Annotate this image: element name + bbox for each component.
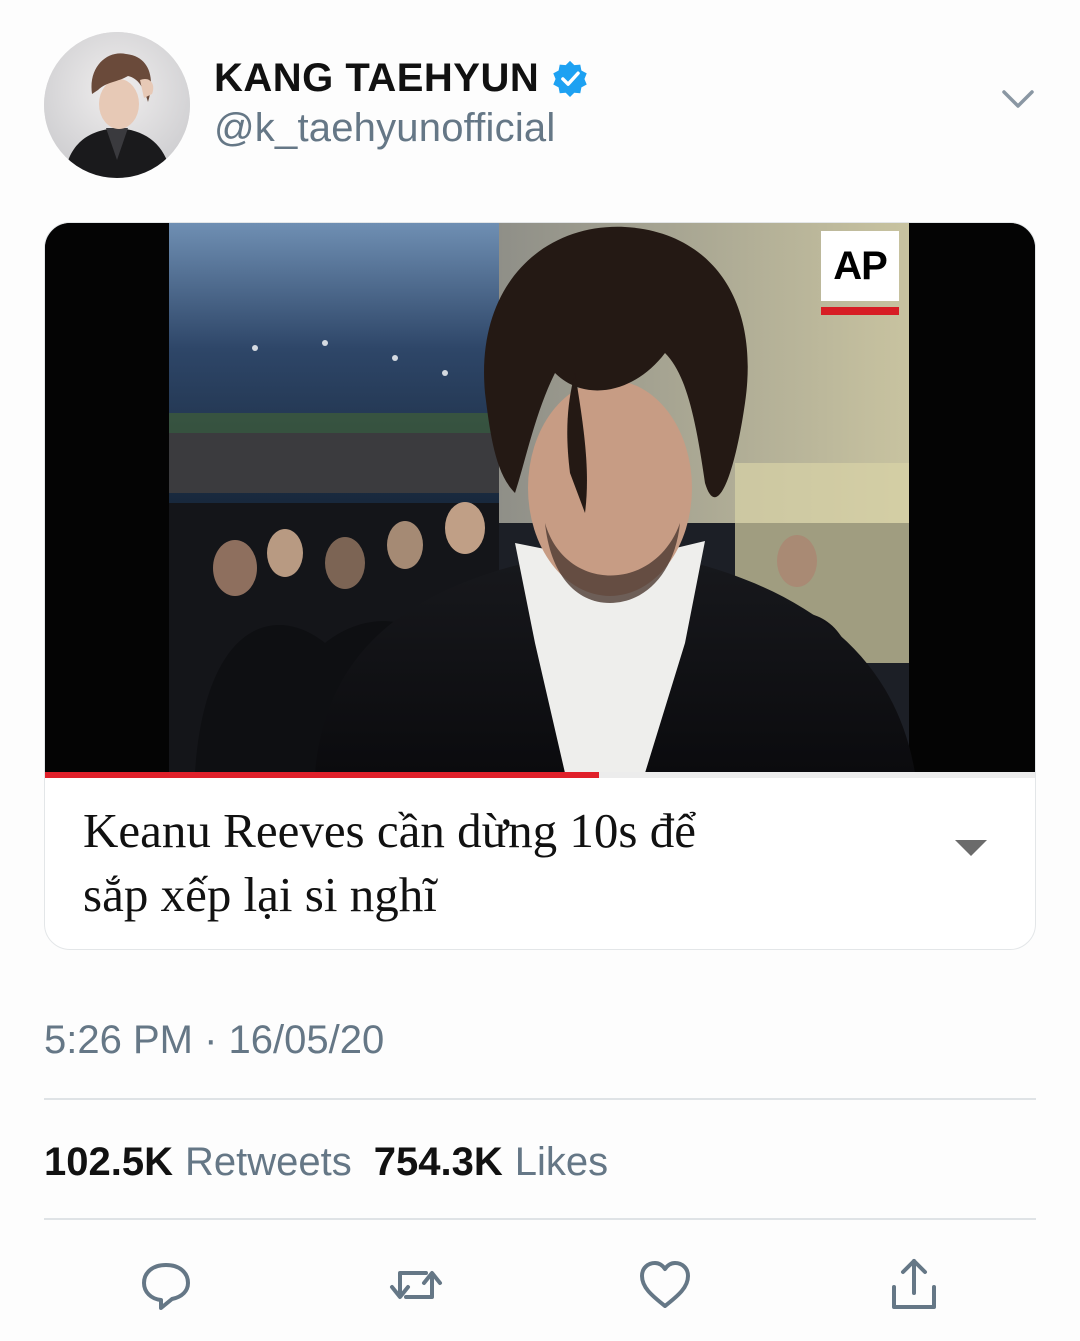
media-caption: Keanu Reeves cần dừng 10s để sắp xếp lại… [83,799,903,927]
share-icon[interactable] [884,1255,944,1315]
reply-icon[interactable] [136,1255,196,1315]
caption-line-2: sắp xếp lại si nghĩ [83,867,437,922]
divider [44,1098,1036,1100]
ap-watermark-text: AP [821,231,899,301]
display-name[interactable]: KANG TAEHYUN [214,56,589,100]
heart-icon[interactable] [635,1255,695,1315]
likes-count[interactable]: 754.3K [374,1140,503,1185]
chevron-down-icon[interactable] [996,80,1040,120]
caret-down-icon[interactable] [953,837,989,859]
caption-line-1: Keanu Reeves cần dừng 10s để [83,803,697,858]
likes-label[interactable]: Likes [515,1140,608,1185]
tweet-timestamp[interactable]: 5:26 PM · 16/05/20 [44,1018,384,1063]
ap-logo-bar [821,307,899,315]
retweets-count[interactable]: 102.5K [44,1140,173,1185]
retweets-label[interactable]: Retweets [185,1140,352,1185]
video-progress-fill [45,772,600,778]
divider [44,1218,1036,1220]
media-card[interactable]: AP Keanu Reeves cần dừng 10s để sắp xếp … [44,222,1036,950]
user-handle[interactable]: @k_taehyunofficial [214,106,555,151]
video-progress-bar[interactable] [45,772,1035,778]
verified-badge-icon [553,60,587,97]
action-bar [0,1255,1080,1315]
display-name-text: KANG TAEHYUN [214,55,540,100]
avatar-photo [44,32,190,178]
retweet-icon[interactable] [386,1255,446,1315]
tweet-stats: 102.5K Retweets 754.3K Likes [44,1140,630,1185]
video-player[interactable]: AP [45,223,1035,773]
ap-logo: AP [821,231,899,319]
avatar[interactable] [44,32,190,178]
